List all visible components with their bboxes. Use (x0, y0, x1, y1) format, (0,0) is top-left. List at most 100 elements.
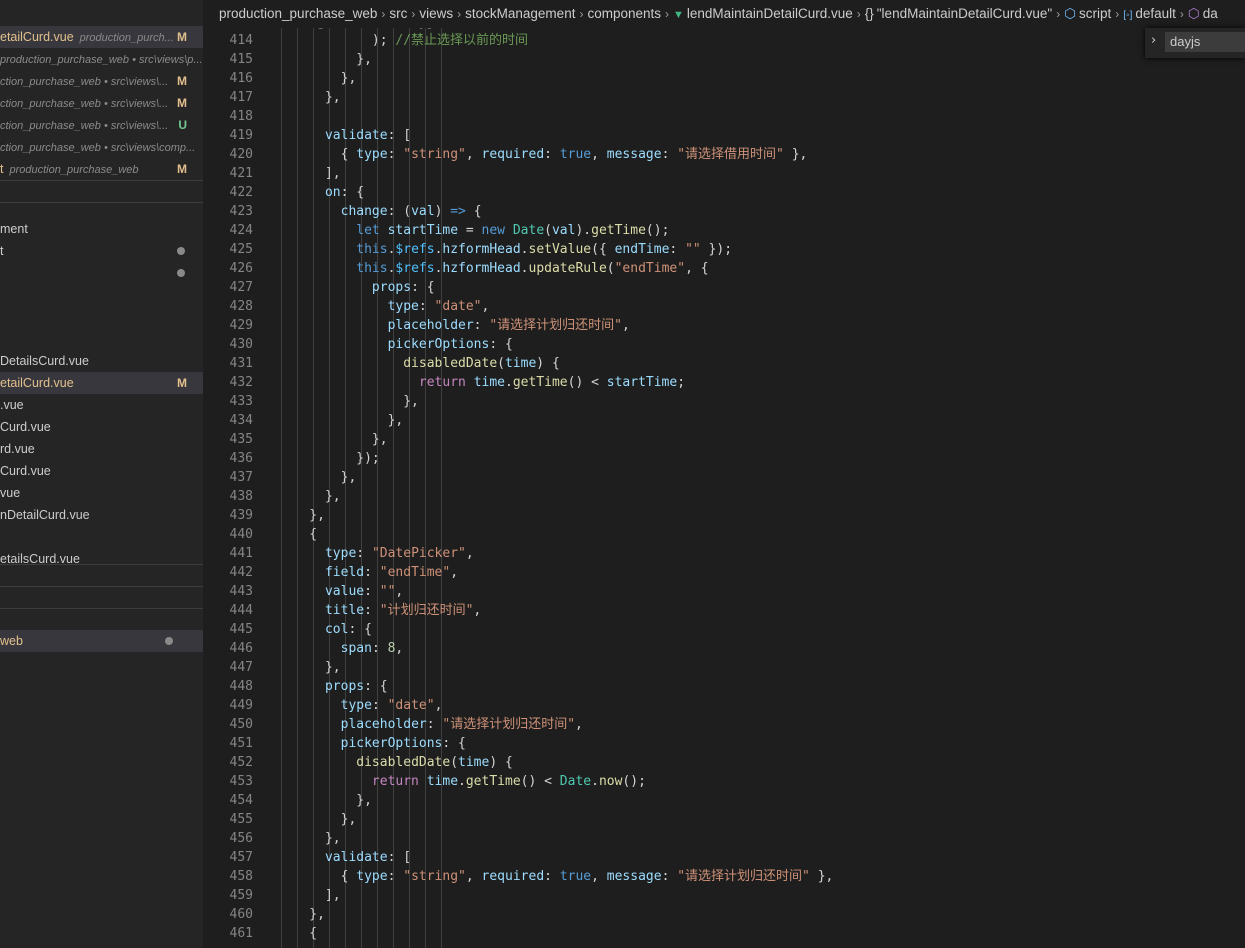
code-line: 443 value: "", (203, 582, 1245, 601)
explorer-item[interactable]: vue (0, 482, 203, 504)
chevron-right-icon[interactable]: › (1151, 33, 1156, 48)
code-line: 431 disabledDate(time) { (203, 354, 1245, 373)
file-name: etailCurd.vue (0, 30, 74, 44)
explorer-item[interactable]: .vue (0, 394, 203, 416)
explorer-item-label: nDetailCurd.vue (0, 508, 90, 522)
open-editor-item[interactable]: ction_purchase_web • src\views\... M (0, 70, 203, 92)
git-status-badge: M (177, 162, 187, 176)
line-number: 446 (229, 641, 253, 656)
code-text: field: "endTime", (324, 565, 459, 580)
git-status-badge: M (177, 74, 187, 88)
line-number: 443 (229, 584, 253, 599)
open-editor-label: ction_purchase_web • src\views\... (0, 70, 168, 92)
line-number: 447 (229, 660, 253, 675)
code-text: disabledDate(time) { (403, 356, 560, 371)
chevron-right-icon: › (381, 7, 386, 21)
code-line: 461 { (203, 924, 1245, 943)
code-line: 423 change: (val) => { (203, 202, 1245, 221)
code-line: 433 }, (203, 392, 1245, 411)
explorer-item[interactable]: t (0, 240, 203, 262)
explorer-item[interactable]: Curd.vue (0, 416, 203, 438)
file-path: production_purchase_web (9, 164, 139, 176)
code-text: let startTime = new Date(val).getTime(); (356, 223, 670, 238)
line-number: 434 (229, 413, 253, 428)
code-text: return time.getTime() < startTime; (418, 375, 686, 390)
breadcrumb-item[interactable]: default (1135, 6, 1176, 21)
code-text: }, (278, 90, 341, 105)
breadcrumb-item[interactable]: views (419, 6, 453, 21)
code-text: { (278, 926, 318, 941)
line-number: 421 (229, 166, 253, 181)
code-line: 428 type: "date", (203, 297, 1245, 316)
code-line: 439 }, (203, 506, 1245, 525)
breadcrumb-item[interactable]: production_purchase_web (219, 6, 377, 21)
find-input[interactable]: dayjs (1165, 32, 1245, 52)
code-text: props: { (324, 679, 388, 694)
code-text: type: "date", (340, 698, 443, 713)
code-text: }, (278, 432, 388, 447)
explorer-item[interactable]: ment (0, 218, 203, 240)
line-number: 423 (229, 204, 253, 219)
line-number: 418 (229, 109, 253, 124)
code-text: type: "date", (387, 299, 490, 314)
code-text: pickerOptions: { (387, 337, 513, 352)
code-line: 425 this.$refs.hzformHead.setValue({ end… (203, 240, 1245, 259)
code-text: { type: "string", required: true, messag… (278, 147, 808, 162)
open-editor-item[interactable]: production_purchase_web • src\views\p... (0, 48, 203, 70)
breadcrumb-item[interactable]: script (1079, 6, 1111, 21)
line-number: 426 (229, 261, 253, 276)
open-editor-item[interactable]: ction_purchase_web • src\views\... M (0, 92, 203, 114)
line-number: 457 (229, 850, 253, 865)
line-number: 432 (229, 375, 253, 390)
code-text: }, (278, 907, 325, 922)
chevron-right-icon: › (1056, 7, 1061, 21)
modified-dot-icon (177, 269, 185, 277)
explorer-item[interactable]: rd.vue (0, 438, 203, 460)
explorer-item[interactable]: Curd.vue (0, 460, 203, 482)
line-number: 445 (229, 622, 253, 637)
find-widget: › dayjs (1145, 28, 1245, 58)
code-text: }, (278, 71, 357, 86)
line-number: 414 (229, 33, 253, 48)
explorer-item[interactable] (0, 262, 203, 284)
code-text: ], (278, 888, 341, 903)
open-editor-item[interactable]: ction_purchase_web • src\views\... U (0, 114, 203, 136)
code-editor[interactable]: …getTime() …dayjs…414 ); //禁止选择以前的时间415 … (203, 28, 1245, 948)
source-control-repo[interactable]: web (0, 630, 203, 652)
breadcrumb-item[interactable]: lendMaintainDetailCurd.vue (687, 6, 853, 21)
open-editor-label: production_purchase_web • src\views\p... (0, 48, 203, 70)
code-line: 455 }, (203, 810, 1245, 829)
open-editor-label: etailCurd.vue production_purch... (0, 26, 174, 48)
breadcrumb-item[interactable]: stockManagement (465, 6, 575, 21)
line-number: 437 (229, 470, 253, 485)
code-line: 459 ], (203, 886, 1245, 905)
explorer-item[interactable]: nDetailCurd.vue (0, 504, 203, 526)
code-line: 419 validate: [ (203, 126, 1245, 145)
code-line: 429 placeholder: "请选择计划归还时间", (203, 316, 1245, 335)
code-text: }); (278, 451, 380, 466)
open-editor-item[interactable]: ction_purchase_web • src\views\comp... (0, 136, 203, 158)
explorer-item[interactable]: etailCurd.vue M (0, 372, 203, 394)
explorer-sidebar: etailCurd.vue production_purch... Mproduct… (0, 0, 203, 948)
code-text: placeholder: "请选择计划归还时间", (387, 318, 630, 333)
explorer-item[interactable]: DetailsCurd.vue (0, 350, 203, 372)
code-text: return time.getTime() < Date.now(); (371, 774, 646, 789)
breadcrumb-item[interactable]: da (1203, 6, 1218, 21)
open-editor-item[interactable]: t production_purchase_web M (0, 158, 203, 180)
line-number: 448 (229, 679, 253, 694)
breadcrumb-item[interactable]: src (389, 6, 407, 21)
code-text: validate: [ (324, 850, 412, 865)
breadcrumb-item[interactable]: components (587, 6, 661, 21)
line-number: 440 (229, 527, 253, 542)
code-text: span: 8, (340, 641, 404, 656)
explorer-item-label: rd.vue (0, 442, 35, 456)
open-editor-label: ction_purchase_web • src\views\comp... (0, 136, 195, 158)
divider (0, 586, 203, 587)
open-editor-item[interactable]: etailCurd.vue production_purch... M (0, 26, 203, 48)
line-number: 433 (229, 394, 253, 409)
open-editor-label: ction_purchase_web • src\views\... (0, 92, 168, 114)
explorer-item-label: t (0, 244, 4, 258)
breadcrumb-item[interactable]: "lendMaintainDetailCurd.vue" (877, 6, 1052, 21)
explorer-item-label: .vue (0, 398, 24, 412)
explorer-item[interactable]: etailsCurd.vue (0, 548, 203, 570)
